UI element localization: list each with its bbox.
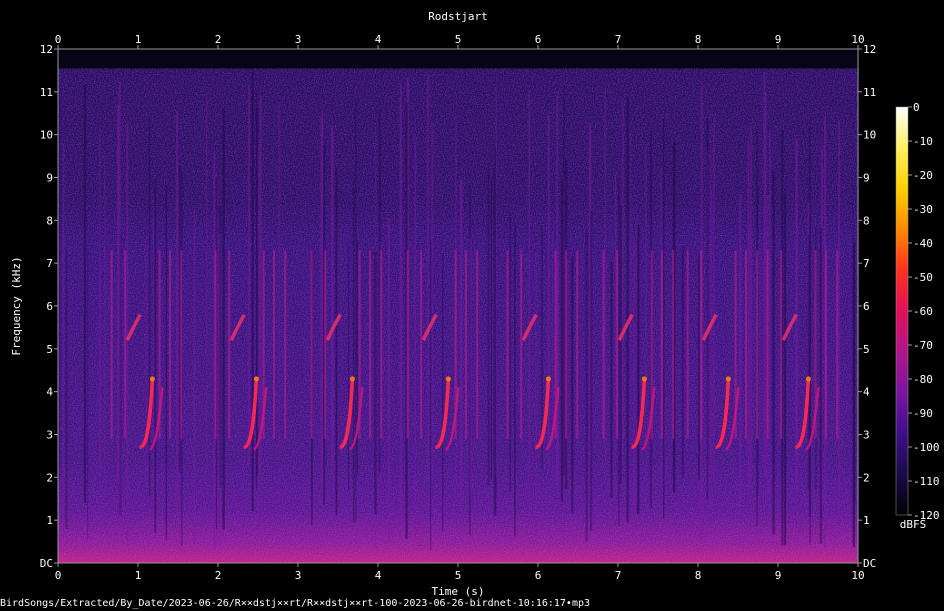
x-tick-label-top: 3 xyxy=(295,33,302,46)
colorbar-tick-label: -50 xyxy=(913,271,933,284)
phrase-peak xyxy=(805,376,811,382)
x-tick-label-bottom: 2 xyxy=(215,569,222,582)
y-tick-label-left: 6 xyxy=(46,300,53,313)
x-tick-label-top: 4 xyxy=(375,33,382,46)
y-tick-label-right: 2 xyxy=(863,471,870,484)
spectrogram-figure: Rodstjart 001122334455667788991010 DC DC1… xyxy=(10,10,940,598)
phrase-peak xyxy=(725,376,731,382)
x-tick-label-bottom: 7 xyxy=(615,569,622,582)
x-tick-label-top: 2 xyxy=(215,33,222,46)
x-tick-label-bottom: 3 xyxy=(295,569,302,582)
y-tick-label-right: 11 xyxy=(863,86,876,99)
y-tick-label-right: 5 xyxy=(863,343,870,356)
phrase-peak xyxy=(149,376,155,382)
y-tick-label-left: 2 xyxy=(46,471,53,484)
colorbar-tick-label: -30 xyxy=(913,203,933,216)
y-tick-label-left: DC xyxy=(40,557,53,570)
y-tick-label-right: 3 xyxy=(863,429,870,442)
colorbar-tick-label: -90 xyxy=(913,407,933,420)
x-tick-label-bottom: 9 xyxy=(775,569,782,582)
phrase-peak xyxy=(253,376,259,382)
x-tick-label-top: 9 xyxy=(775,33,782,46)
x-tick-label-top: 8 xyxy=(695,33,702,46)
colorbar-tick-label: -10 xyxy=(913,135,933,148)
y-tick-label-right: 9 xyxy=(863,172,870,185)
x-tick-label-top: 7 xyxy=(615,33,622,46)
file-path-footer: BirdSongs/Extracted/By_Date/2023-06-26/R… xyxy=(0,598,591,609)
colorbar-tick-label: -80 xyxy=(913,373,933,386)
colorbar-scale xyxy=(895,106,909,516)
colorbar-tick-label: 0 xyxy=(913,101,920,114)
colorbar-tick-label: -100 xyxy=(913,441,940,454)
phrase-peak xyxy=(349,376,355,382)
y-tick-label-left: 12 xyxy=(40,43,53,56)
y-tick-label-left: 11 xyxy=(40,86,53,99)
colorbar-tick-label: -40 xyxy=(913,237,933,250)
y-tick-label-right: 4 xyxy=(863,386,870,399)
y-tick-label-left: 10 xyxy=(40,129,53,142)
x-tick-label-top: 0 xyxy=(55,33,62,46)
y-tick-label-right: 8 xyxy=(863,214,870,227)
y-tick-label-left: 9 xyxy=(46,172,53,185)
colorbar-label: dBFS xyxy=(900,518,927,531)
colorbar-tick-label: -70 xyxy=(913,339,933,352)
colorbar-tick-label: -20 xyxy=(913,169,933,182)
x-tick-label-bottom: 4 xyxy=(375,569,382,582)
colorbar-ticks: 0-10-20-30-40-50-60-70-80-90-100-110-120 xyxy=(908,101,940,522)
phrase-peak xyxy=(445,376,451,382)
y-tick-label-right: 6 xyxy=(863,300,870,313)
x-tick-label-top: 5 xyxy=(455,33,462,46)
y-tick-label-left: 1 xyxy=(46,514,53,527)
x-tick-label-bottom: 8 xyxy=(695,569,702,582)
chart-title: Rodstjart xyxy=(428,10,488,23)
colorbar-tick-label: -60 xyxy=(913,305,933,318)
y-tick-label-right: 1 xyxy=(863,514,870,527)
y-tick-label-left: 5 xyxy=(46,343,53,356)
colorbar: 0-10-20-30-40-50-60-70-80-90-100-110-120… xyxy=(895,101,940,531)
phrase-peak xyxy=(641,376,647,382)
x-tick-label-bottom: 10 xyxy=(851,569,864,582)
y-tick-label-right: 12 xyxy=(863,43,876,56)
x-tick-label-bottom: 6 xyxy=(535,569,542,582)
y-axis-label: Frequency (kHz) xyxy=(10,256,23,355)
y-tick-label-left: 3 xyxy=(46,429,53,442)
phrase-peak xyxy=(545,376,551,382)
y-tick-label-left: 4 xyxy=(46,386,53,399)
x-tick-label-top: 1 xyxy=(135,33,142,46)
y-tick-label-left: 8 xyxy=(46,214,53,227)
y-tick-label-right: 10 xyxy=(863,129,876,142)
x-tick-label-bottom: 1 xyxy=(135,569,142,582)
y-tick-label-right: 7 xyxy=(863,257,870,270)
x-tick-label-top: 6 xyxy=(535,33,542,46)
x-tick-label-bottom: 5 xyxy=(455,569,462,582)
y-tick-label-left: 7 xyxy=(46,257,53,270)
spectrogram-plot xyxy=(56,48,859,564)
x-tick-label-bottom: 0 xyxy=(55,569,62,582)
x-axis-label: Time (s) xyxy=(432,585,485,598)
colorbar-tick-label: -110 xyxy=(913,475,940,488)
y-tick-label-right: DC xyxy=(863,557,876,570)
